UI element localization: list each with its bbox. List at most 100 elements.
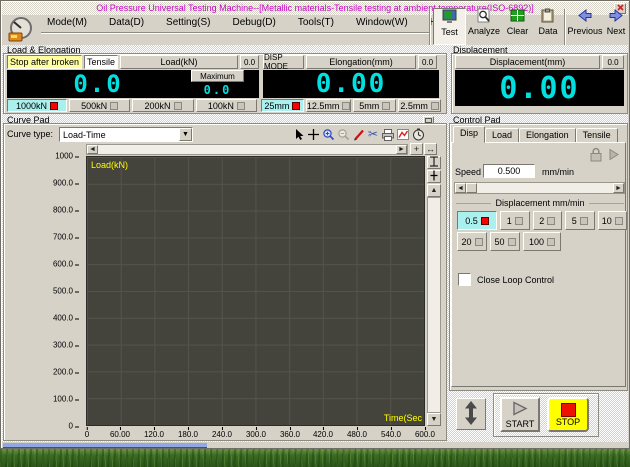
zoom-in-icon[interactable] [321,127,335,141]
slider-thumb[interactable] [466,183,477,193]
speed-slider[interactable]: ◄ ► [454,182,625,194]
range-label: 1000kN [16,101,47,111]
load-range-1000kN[interactable]: 1000kN [7,99,67,112]
cursor-select-icon[interactable] [291,127,305,141]
speed-label: Speed [455,167,481,177]
preset-20[interactable]: 20 [457,232,487,251]
preset-indicator [580,217,588,225]
axis-zoom-button[interactable]: + [410,143,423,155]
tab-disp[interactable]: Disp [453,126,485,143]
displacement-header: Displacement(mm) [455,55,600,69]
preset-indicator-on [481,217,489,225]
elongation-display: 0.00 [263,70,439,98]
toolbar-data-button[interactable]: Data [534,8,562,45]
maximum-label: Maximum [191,70,244,82]
curve-toolbar: ✂ [291,126,425,142]
toolbar-next-button[interactable]: Next [603,8,629,45]
stop-button[interactable]: STOP [547,397,589,432]
x-tick: 0 [85,427,89,439]
toolbar-previous-button[interactable]: Previous [568,8,602,45]
jog-updown-button[interactable] [456,398,486,430]
y-tick: 900.0 [29,179,79,188]
fit-height-icon [429,156,439,169]
menu-window[interactable]: Window(W) [352,16,412,30]
preset-5[interactable]: 5 [565,211,595,230]
stop-mode-box[interactable]: Stop after broken [7,55,82,69]
slider-left-icon: ◄ [457,185,464,192]
plot-scroll-up-button[interactable]: ▲ [427,184,441,197]
close-loop-checkbox[interactable] [458,273,471,286]
menu-debug[interactable]: Debug(D) [229,16,280,30]
preset-100[interactable]: 100 [523,232,561,251]
menu-data[interactable]: Data(D) [105,16,148,30]
x-tick: 420.0 [313,427,333,439]
y-tick: 300.0 [29,341,79,350]
tab-elongation[interactable]: Elongation [519,128,576,143]
curve-window-icon[interactable] [396,127,410,141]
load-range-200kN[interactable]: 200kN [132,99,193,112]
preset-0-5[interactable]: 0.5 [457,211,497,230]
preset-2[interactable]: 2 [533,211,563,230]
elongation-range-2-5mm[interactable]: 2.5mm [398,99,441,112]
timer-icon[interactable] [411,127,425,141]
elongation-range-25mm[interactable]: 25mm [261,99,304,112]
screen: Oil Pressure Universal Testing Machine--… [0,0,630,467]
print-icon[interactable] [381,127,395,141]
menu-setting[interactable]: Setting(S) [162,16,214,30]
preset-10[interactable]: 10 [598,211,628,230]
dropdown-arrow-button[interactable]: ▼ [179,128,192,141]
plot-h-scrollbar[interactable]: ◄ ► [86,144,408,155]
curve-type-dropdown[interactable]: Load-Time ▼ [59,127,193,142]
tab-tensile[interactable]: Tensile [576,128,618,143]
speed-input[interactable] [483,164,535,178]
slider-right-button[interactable]: ► [613,183,624,193]
load-range-500kN[interactable]: 500kN [69,99,130,112]
fit-height-button[interactable] [427,156,441,169]
zoom-out-icon[interactable] [336,127,350,141]
toolbar-clear-label: Clear [507,26,529,36]
x-tick: 120.0 [144,427,164,439]
load-range-100kN[interactable]: 100kN [196,99,257,112]
plot-scroll-down-button[interactable]: ▼ [427,413,441,426]
crosshair-icon[interactable] [306,127,320,141]
elongation-range-5mm[interactable]: 5mm [353,99,396,112]
range-indicator [174,102,182,110]
toolbar-test-button[interactable]: Test [433,8,466,45]
slider-left-button[interactable]: ◄ [455,183,466,193]
scroll-left-button[interactable]: ◄ [87,145,98,154]
load-range-row: 1000kN 500kN 200kN 100kN [7,99,257,112]
range-indicator [382,102,390,110]
pan-vertical-button[interactable] [427,170,441,183]
range-indicator-on [292,102,300,110]
test-type-box[interactable]: Tensile [84,55,118,69]
scissors-icon[interactable]: ✂ [366,127,380,141]
run-disabled-icon[interactable] [607,148,620,164]
start-button[interactable]: START [500,397,540,432]
app-window: Oil Pressure Universal Testing Machine--… [0,0,630,449]
x-tick: 480.0 [347,427,367,439]
range-indicator [342,102,350,110]
toolbar-clear-button[interactable]: Clear [502,8,533,45]
preset-50[interactable]: 50 [490,232,520,251]
elongation-range-12-5mm[interactable]: 12.5mm [306,99,352,112]
menu-tools[interactable]: Tools(T) [294,16,338,30]
scroll-down-icon: ▼ [431,416,438,423]
preset-1[interactable]: 1 [500,211,530,230]
close-loop-row[interactable]: Close Loop Control [458,273,554,286]
scroll-right-button[interactable]: ► [396,145,407,154]
toolbar-analyze-button[interactable]: Analyze [467,8,501,45]
curve-type-label: Curve type: [7,129,53,139]
start-icon [510,401,530,419]
plot-v-scrollbar[interactable] [427,197,441,413]
menu-mode[interactable]: Mode(M) [43,16,91,30]
disp-mode-button[interactable]: DISP MODE [263,55,304,69]
chart-plot-area[interactable]: Load(kN) Time(Sec [86,156,425,426]
toolbar-analyze-label: Analyze [468,26,500,36]
preset-label: 10 [602,216,612,226]
fit-width-button[interactable]: ↔ [424,143,437,155]
hold-lock-icon[interactable] [589,147,603,165]
stop-label: STOP [556,417,580,427]
control-tabs: Disp Load Elongation Tensile [453,128,618,143]
tab-load[interactable]: Load [485,128,519,143]
pen-icon[interactable] [351,127,365,141]
